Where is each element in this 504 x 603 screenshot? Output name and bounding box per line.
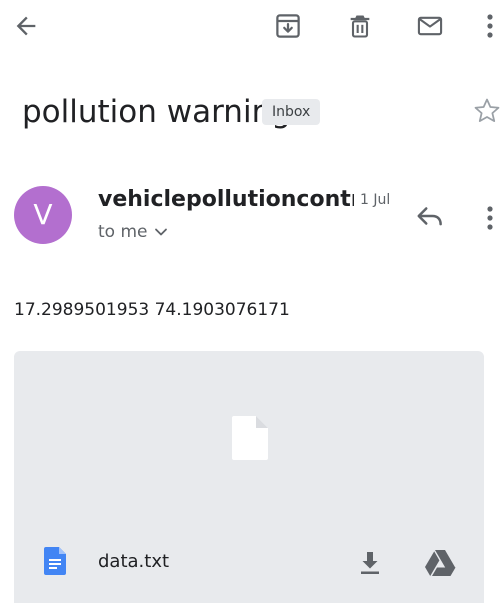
back-button[interactable] xyxy=(6,6,46,46)
email-date: 1 Jul xyxy=(360,192,391,208)
attachment-preview xyxy=(230,414,270,462)
reply-button[interactable] xyxy=(410,198,450,234)
mark-unread-button[interactable] xyxy=(408,6,452,46)
inbox-label-badge[interactable]: Inbox xyxy=(262,99,321,125)
attachment-card[interactable]: data.txt xyxy=(14,351,484,603)
archive-button[interactable] xyxy=(266,6,310,46)
file-type-icon-wrap xyxy=(44,547,66,575)
arrow-back-icon xyxy=(16,16,36,36)
chevron-down-icon xyxy=(154,228,167,236)
file-icon xyxy=(232,416,268,460)
reply-icon xyxy=(417,207,442,226)
email-body: 17.2989501953 74.1903076171 xyxy=(14,300,290,320)
recipient-details-toggle[interactable]: to me xyxy=(98,220,168,244)
more-options-button[interactable] xyxy=(476,6,504,46)
star-outline-icon xyxy=(474,98,500,122)
attachment-file-name: data.txt xyxy=(98,551,170,572)
recipient-label: to me xyxy=(98,222,148,242)
download-icon xyxy=(361,552,379,574)
message-more-button[interactable] xyxy=(476,198,504,238)
more-vert-icon xyxy=(487,206,493,230)
save-to-drive-button[interactable] xyxy=(422,547,458,579)
delete-button[interactable] xyxy=(338,6,382,46)
archive-icon xyxy=(276,14,300,38)
more-vert-icon xyxy=(487,14,493,38)
sender-name[interactable]: vehiclepollutioncontr... xyxy=(98,185,354,215)
mail-icon xyxy=(417,16,443,36)
download-button[interactable] xyxy=(354,547,386,579)
drive-icon xyxy=(425,550,456,576)
trash-icon xyxy=(350,15,370,38)
sender-avatar[interactable]: V xyxy=(14,186,72,244)
star-button[interactable] xyxy=(470,94,504,128)
google-docs-file-icon xyxy=(44,547,66,575)
email-subject: pollution warning xyxy=(22,94,291,130)
